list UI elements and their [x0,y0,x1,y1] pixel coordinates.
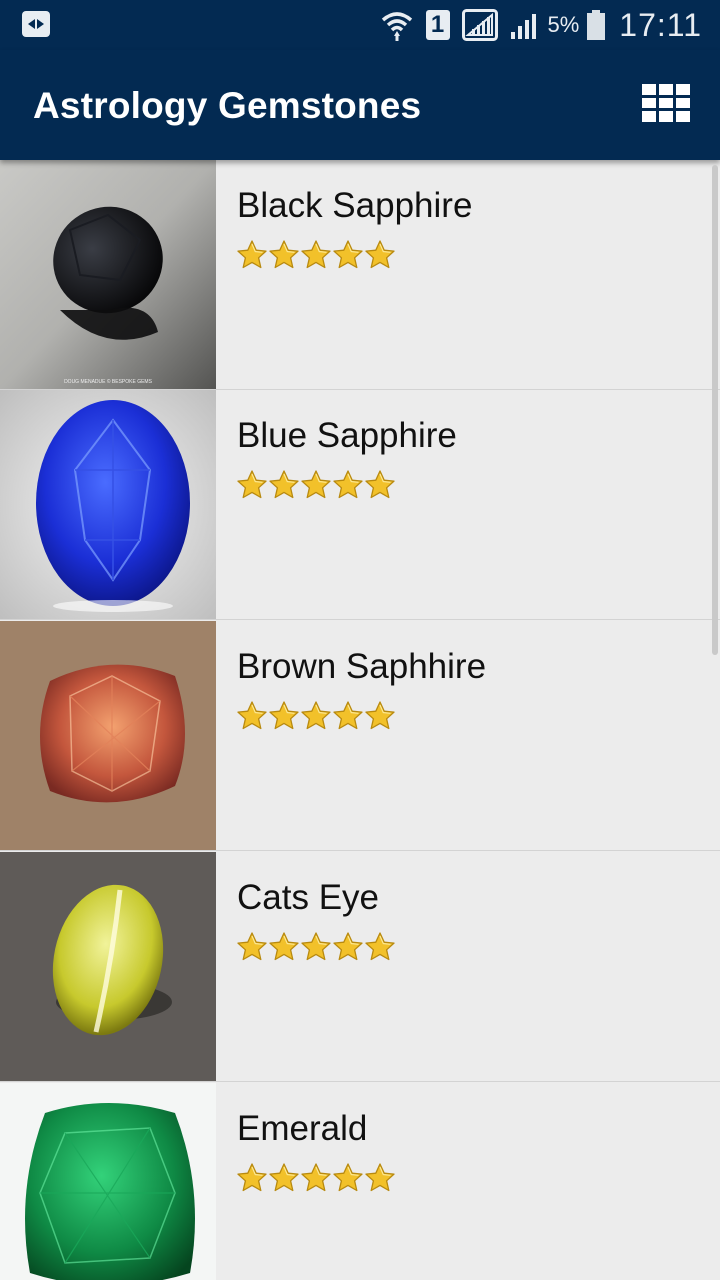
star-icon [365,1163,395,1192]
list-item[interactable]: Emerald [0,1083,720,1280]
list-item[interactable]: Cats Eye [0,852,720,1082]
star-icon [365,240,395,269]
star-icon [269,1163,299,1192]
gemstone-name: Black Sapphire [237,186,473,225]
scrollbar[interactable] [712,165,718,655]
status-bar: 1 5% 17:11 [0,0,720,50]
star-icon [365,932,395,961]
rating-stars [236,700,396,732]
star-icon [269,240,299,269]
star-icon [333,240,363,269]
list-item[interactable]: DOUG MENADUE © BESPOKE GEMS Black Sapphi… [0,160,720,390]
status-icons: 1 5% 17:11 [368,4,703,46]
black-sapphire-image: DOUG MENADUE © BESPOKE GEMS [0,160,216,389]
star-icon [269,701,299,730]
image-watermark: DOUG MENADUE © BESPOKE GEMS [64,378,153,385]
star-icon [269,470,299,499]
battery-icon [587,10,606,40]
star-icon [301,701,331,730]
signal-box-icon [461,9,498,41]
star-icon [365,701,395,730]
star-icon [333,932,363,961]
gemstone-name: Brown Saphhire [237,647,487,686]
star-icon [237,470,267,499]
star-icon [333,470,363,499]
page-title: Astrology Gemstones [33,85,422,126]
cats-eye-image [0,852,216,1081]
list-item[interactable]: Brown Saphhire [0,621,720,851]
emerald-image [0,1083,216,1280]
star-icon [333,701,363,730]
grid-view-icon[interactable] [642,84,690,122]
app-bar: Astrology Gemstones [0,50,720,160]
rating-stars [236,239,396,271]
rating-stars [236,1162,396,1194]
gemstone-name: Cats Eye [237,878,379,917]
star-icon [269,932,299,961]
sim-slot-label: 1 [425,10,450,40]
clock: 17:11 [619,6,702,43]
gemstone-name: Blue Sapphire [237,416,457,455]
wifi-icon [380,8,414,42]
star-icon [237,1163,267,1192]
star-icon [301,470,331,499]
star-icon [237,240,267,269]
brown-sapphire-image [0,621,216,850]
gemstone-list: DOUG MENADUE © BESPOKE GEMS Black Sapphi… [0,160,720,1280]
star-icon [237,701,267,730]
star-icon [301,240,331,269]
rating-stars [236,469,396,501]
star-icon [333,1163,363,1192]
battery-percent: 5% [547,12,580,37]
star-icon [237,932,267,961]
star-icon [301,932,331,961]
gemstone-name: Emerald [237,1109,368,1148]
rating-stars [236,931,396,963]
star-icon [301,1163,331,1192]
notification-app-icon [22,11,50,37]
blue-sapphire-image [0,390,216,619]
cell-signal-icon [510,10,542,40]
sim-indicator: 1 [425,10,450,40]
star-icon [365,470,395,499]
list-item[interactable]: Blue Sapphire [0,390,720,620]
